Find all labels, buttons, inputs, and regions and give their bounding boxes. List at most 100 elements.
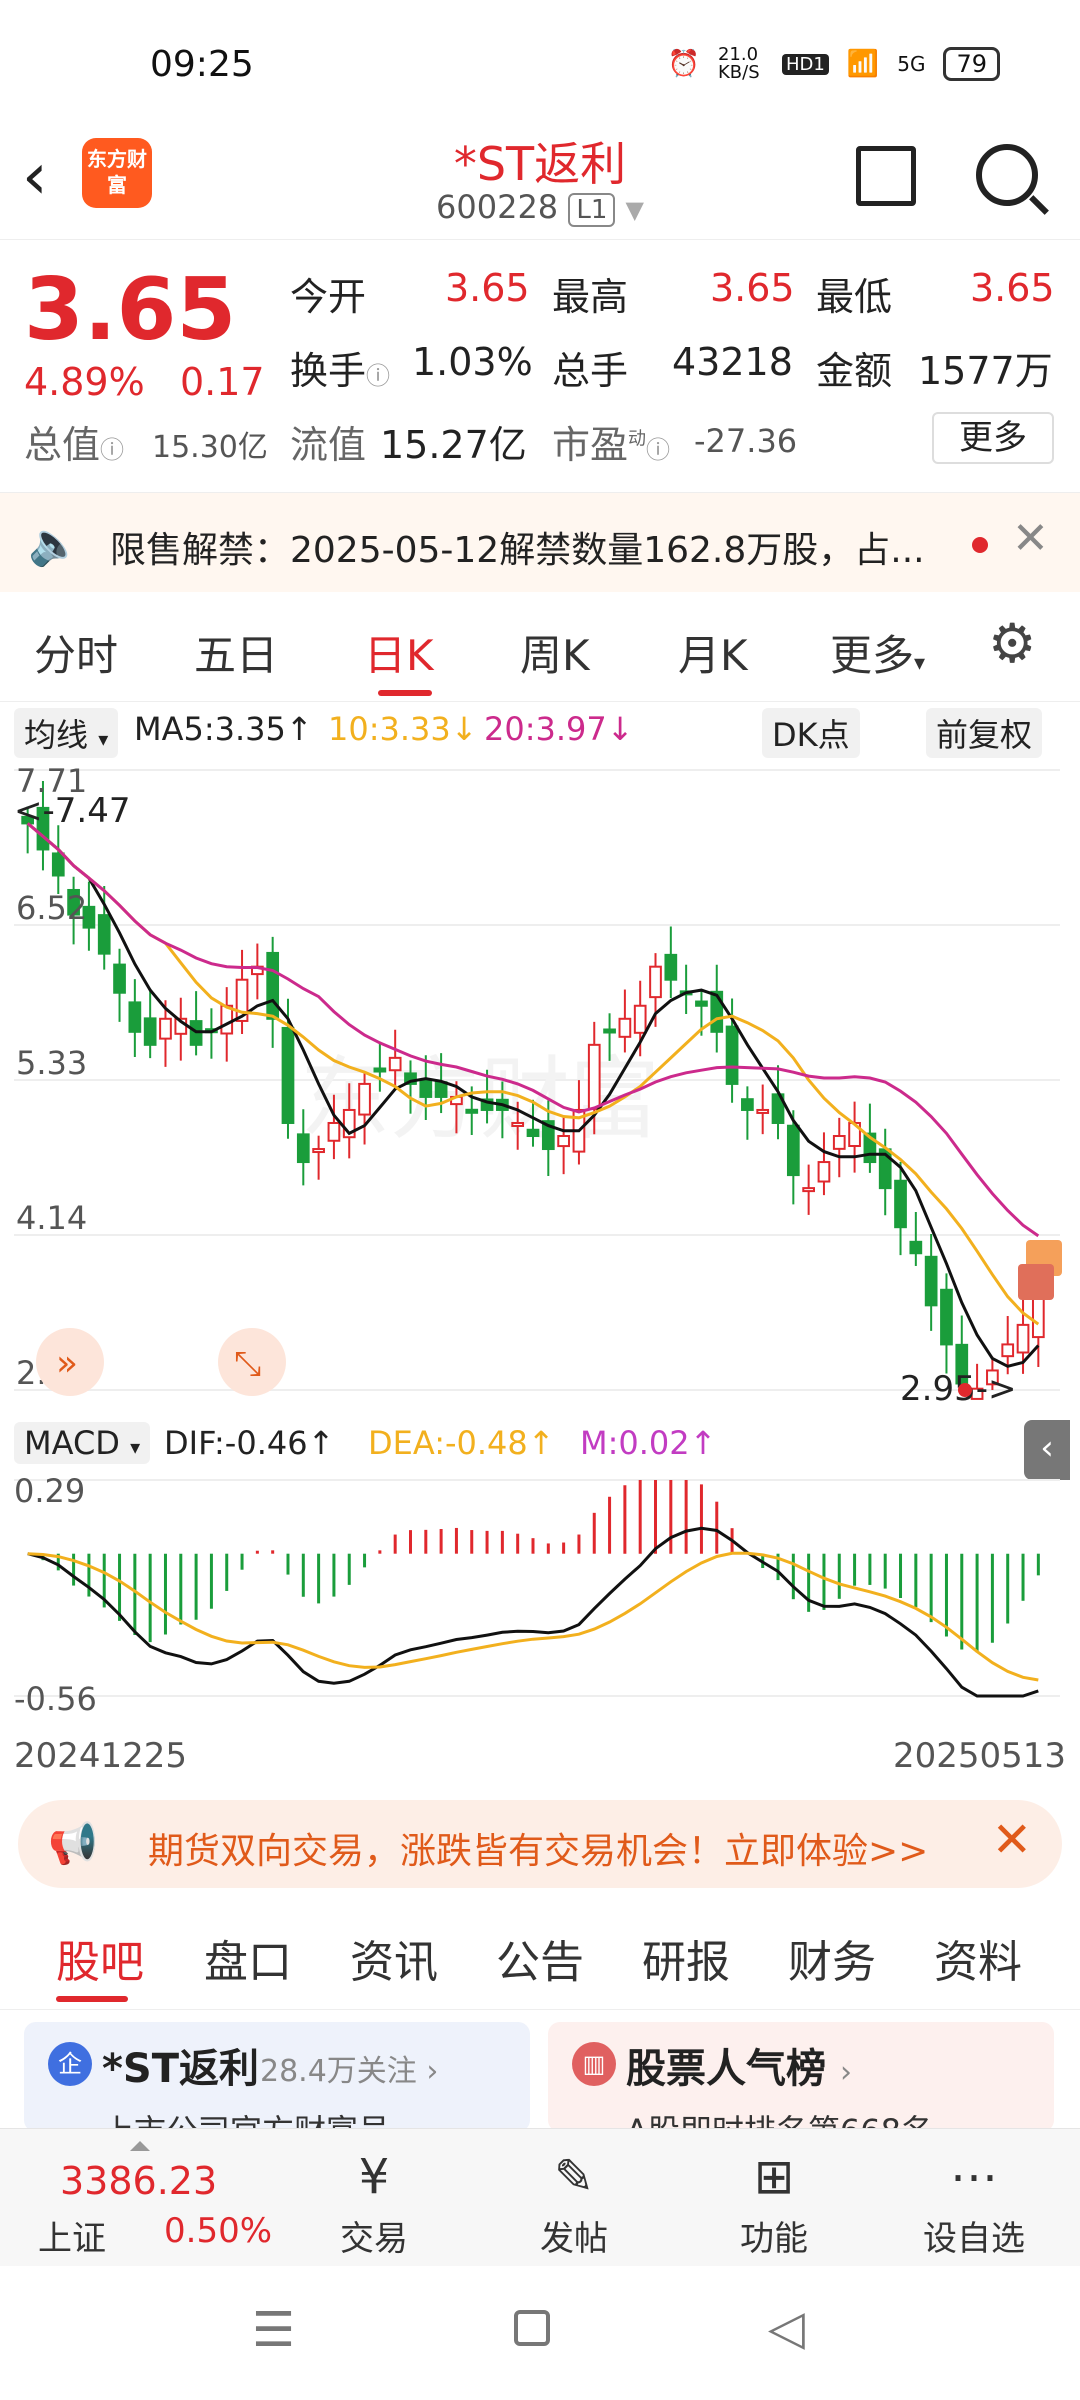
index-caret-icon: [130, 2141, 150, 2151]
active-tab-indicator: [378, 690, 432, 696]
float-value: 15.27亿: [380, 423, 527, 467]
company-icon: 企: [48, 2042, 92, 2086]
search-icon[interactable]: [976, 144, 1038, 206]
min-dot: [958, 1383, 972, 1397]
pe-value: -27.36: [694, 422, 798, 460]
stock-name: *ST返利: [453, 137, 627, 191]
candle: [526, 1128, 540, 1138]
battery-icon: 79: [943, 47, 1000, 81]
stock-code-row[interactable]: 600228 L1 ▼: [0, 188, 1080, 227]
tab-more[interactable]: 更多▾: [830, 622, 925, 683]
candle: [159, 1017, 172, 1040]
macd-top-tick: 0.29: [14, 1472, 85, 1510]
alarm-icon: ⏰: [667, 49, 700, 79]
candle: [113, 963, 126, 994]
change-value: 0.17: [180, 360, 265, 404]
company-card[interactable]: 企 *ST返利 28.4万关注 › 上市公司官方财富号: [24, 2022, 530, 2132]
candle: [465, 1108, 479, 1114]
candle: [802, 1187, 816, 1193]
speaker-icon: 🔈: [28, 519, 81, 568]
content-tabs: 股吧 盘口 资讯 公告 研报 财务 资料: [0, 1900, 1080, 2010]
more-button[interactable]: 更多: [932, 412, 1054, 464]
wifi-icon: 📶: [846, 49, 880, 79]
index-value[interactable]: 3386.23: [60, 2159, 217, 2203]
promo-text: 期货双向交易，涨跌皆有交易机会！立即体验>>: [148, 1831, 929, 1872]
macd-chart[interactable]: 0.29 -0.56: [0, 1466, 1080, 1726]
close-icon[interactable]: ✕: [1012, 513, 1049, 564]
tab-minute[interactable]: 分时: [34, 622, 118, 683]
candle: [511, 1121, 525, 1127]
net-speed: 21.0 KB/S: [717, 44, 760, 83]
b-marker[interactable]: [1018, 1264, 1054, 1300]
popularity-card-title: 股票人气榜 ›: [626, 2046, 852, 2092]
grid-icon: ⊞: [753, 2149, 795, 2205]
menu-icon[interactable]: ☰: [252, 2302, 295, 2358]
tab-day-k[interactable]: 日K: [364, 622, 434, 683]
chevron-down-icon: ▼: [625, 196, 644, 224]
status-icons: ⏰ 21.0 KB/S HD1 📶 5G 79: [668, 46, 1000, 82]
company-card-title: *ST返利: [102, 2046, 260, 2092]
candle: [924, 1255, 938, 1307]
volume-label: 总手: [552, 349, 629, 393]
low-value: 3.65: [970, 266, 1055, 310]
dea-line: [27, 1551, 1039, 1682]
notice-banner[interactable]: 🔈 限售解禁：2025-05-12解禁数量162.8万股，占... ✕: [0, 492, 1080, 592]
x-start-date: 20241225: [14, 1736, 188, 1776]
ma20-value: 20:3.97↓: [484, 710, 634, 748]
candle: [1031, 1297, 1045, 1339]
settings-gear-icon[interactable]: ⚙: [988, 612, 1036, 675]
home-icon[interactable]: [514, 2310, 550, 2346]
macd-dea: DEA:-0.48↑: [368, 1424, 555, 1462]
macd-grid: [14, 1479, 1060, 1697]
quote-panel: 3.65 4.89% 0.17 今开 3.65 最高 3.65 最低 3.65 …: [0, 240, 1080, 490]
macd-bottom-tick: -0.56: [14, 1680, 97, 1718]
caret-down-icon: ▾: [914, 651, 926, 676]
amount-value: 1577万: [918, 349, 1053, 393]
more-icon: ⋯: [950, 2149, 998, 2205]
candle: [695, 1000, 708, 1007]
active-tab-indicator: [56, 1996, 128, 2002]
info-icon: ⓘ: [646, 436, 671, 464]
macd-histogram: [41, 1480, 1040, 1653]
candle: [786, 1124, 800, 1177]
nav-post[interactable]: ✎ 发帖: [504, 2149, 644, 2260]
tab-announcements[interactable]: 公告: [496, 1926, 584, 1990]
tab-guba[interactable]: 股吧: [56, 1926, 144, 1990]
ma-bar: 均线 ▾ MA5:3.35↑ 10:3.33↓ 20:3.97↓ DK点 前复权: [0, 706, 1080, 758]
candle: [266, 951, 280, 1020]
nav-trade[interactable]: ¥ 交易: [304, 2149, 444, 2260]
tab-pankou[interactable]: 盘口: [204, 1926, 292, 1990]
back-icon[interactable]: ◁: [768, 2300, 805, 2356]
share-icon[interactable]: [856, 146, 916, 206]
tab-month-k[interactable]: 月K: [678, 622, 748, 683]
max-label: <-7.47: [14, 791, 130, 831]
popularity-card[interactable]: ▥ 股票人气榜 › A股即时排名第668名: [548, 2022, 1054, 2132]
kline-chart[interactable]: 东方财富 7.716.525.334.142.95 <-7.47 2.95-> …: [0, 750, 1080, 1420]
stock-header: ‹ 东方财富 *ST返利 600228 L1 ▼: [0, 120, 1080, 240]
nav-watchlist[interactable]: ⋯ 设自选: [904, 2149, 1044, 2260]
promo-banner[interactable]: 📢 期货双向交易，涨跌皆有交易机会！立即体验>> ✕: [18, 1800, 1062, 1888]
float-label: 流值: [290, 423, 367, 467]
double-chevron-icon: »: [56, 1343, 78, 1384]
status-time: 09:25: [150, 44, 254, 85]
status-bar: 09:25 ⏰ 21.0 KB/S HD1 📶 5G 79: [0, 0, 1080, 130]
y-tick-label: 6.52: [16, 889, 87, 927]
macd-selector[interactable]: MACD ▾: [14, 1422, 151, 1464]
tab-finance[interactable]: 财务: [788, 1926, 876, 1990]
tab-five-day[interactable]: 五日: [194, 622, 278, 683]
tab-profile[interactable]: 资料: [934, 1926, 1022, 1990]
candle: [633, 1004, 647, 1034]
signal-label: 5G: [897, 52, 926, 76]
tab-research[interactable]: 研报: [642, 1926, 730, 1990]
tab-news[interactable]: 资讯: [350, 1926, 438, 1990]
candle: [909, 1240, 923, 1255]
close-icon[interactable]: ✕: [992, 1812, 1032, 1868]
index-pct: 0.50%: [164, 2211, 273, 2251]
nav-functions[interactable]: ⊞ 功能: [704, 2149, 844, 2260]
trade-icon: ¥: [358, 2149, 390, 2205]
bottom-nav: 3386.23 上证 0.50% ¥ 交易 ✎ 发帖 ⊞ 功能 ⋯ 设自选: [0, 2128, 1080, 2268]
tab-week-k[interactable]: 周K: [520, 622, 590, 683]
pe-label: 市盈动ⓘ: [552, 423, 671, 467]
fullscreen-icon: ⤡: [234, 1344, 261, 1384]
hd-icon: HD1: [781, 53, 829, 75]
